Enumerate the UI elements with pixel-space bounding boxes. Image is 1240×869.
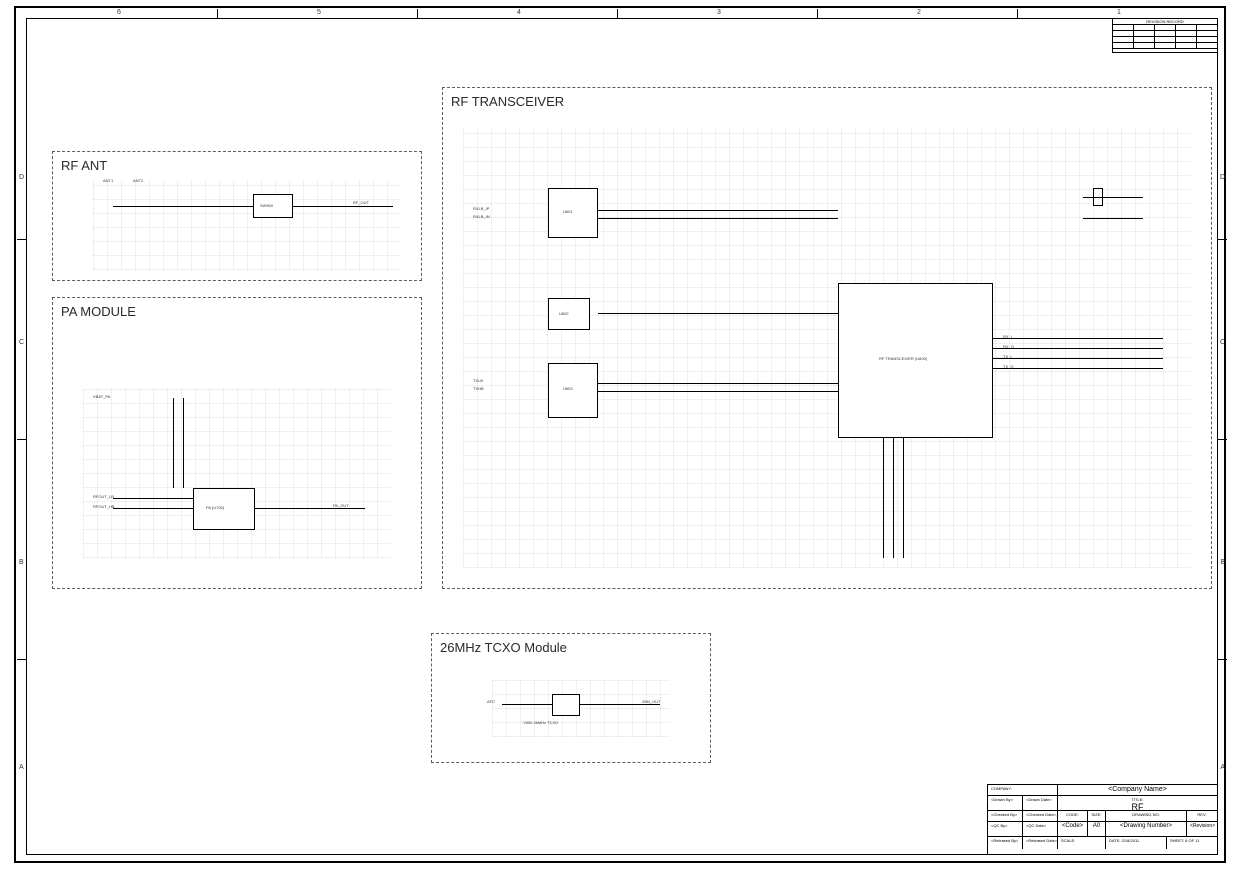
ic-transceiver: RF TRANSCEIVER (U600) <box>838 283 993 438</box>
zone-row: B <box>1220 559 1225 566</box>
zone-row: C <box>1220 339 1225 346</box>
revision-record-table: REVISION RECORD <box>1112 19 1217 53</box>
zone-col: 3 <box>717 9 721 16</box>
title-block: COMPANY: <Company Name> <Drawn By> <Draw… <box>987 784 1217 854</box>
zone-col: 4 <box>517 9 521 16</box>
ic-pa: PA (U700) <box>193 488 255 530</box>
zone-col: 6 <box>117 9 121 16</box>
block-rf-transceiver: RF TRANSCEIVER RF TRANSCEIVER (U600) U60… <box>442 87 1212 589</box>
block-title: RF ANT <box>61 158 107 173</box>
zone-row: B <box>19 559 24 566</box>
ant-switch: SW500 <box>253 194 293 218</box>
zone-col: 5 <box>317 9 321 16</box>
block-tcxo: 26MHz TCXO Module Y800 26MHz TCXO AFC 26… <box>431 633 711 763</box>
block-title: RF TRANSCEIVER <box>451 94 564 109</box>
code: <Code> <box>1058 822 1088 836</box>
zone-row: A <box>19 764 24 771</box>
page-title: RF <box>1061 802 1214 810</box>
block-title: 26MHz TCXO Module <box>440 640 567 655</box>
ic-sub1: U601 <box>548 188 598 238</box>
company-name: <Company Name> <box>1058 785 1217 795</box>
zone-col: 2 <box>917 9 921 16</box>
ic-sub2: U602 <box>548 298 590 330</box>
zone-row: C <box>19 339 24 346</box>
zone-col: 1 <box>1117 9 1121 16</box>
zone-row: A <box>1220 764 1225 771</box>
block-title: PA MODULE <box>61 304 136 319</box>
block-pa-module: PA MODULE PA (U700) VBAT_PA RFOUT_LB RFO… <box>52 297 422 589</box>
tcxo-osc: Y800 26MHz TCXO <box>552 694 580 716</box>
revision: <Revision> <box>1187 822 1217 836</box>
sheet-size: A0 <box>1088 822 1106 836</box>
ic-sub3: U603 <box>548 363 598 418</box>
drawing-number: <Drawing Number> <box>1106 822 1187 836</box>
zone-row: D <box>1220 174 1225 181</box>
drawing-frame: REVISION RECORD 6 5 4 3 2 1 D C B A D C … <box>26 18 1218 855</box>
block-rf-ant: RF ANT SW500 ANT1 ANT2 RF_OUT <box>52 151 422 281</box>
zone-row: D <box>19 174 24 181</box>
